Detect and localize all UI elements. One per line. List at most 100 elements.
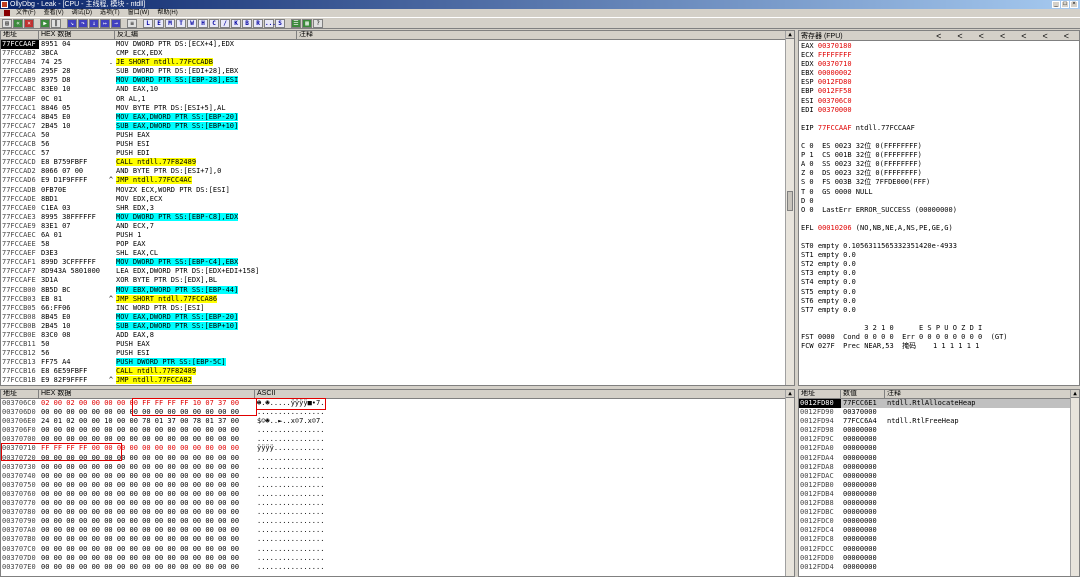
options-icon[interactable]: ▦ bbox=[302, 18, 312, 28]
fpu-status-line[interactable]: FST 0000 Cond 0 0 0 0 Err 0 0 0 0 0 0 0 … bbox=[799, 333, 1079, 342]
disasm-row[interactable]: 77FCCAD2 8066 07 00 AND BYTE PTR DS:[ESI+7… bbox=[1, 167, 794, 176]
stack-row[interactable]: 0012FDB8 00000000 bbox=[799, 499, 1079, 508]
disasm-row[interactable]: 77FCCAAF 8951 04 MOV DWORD PTR DS:[ECX+4],… bbox=[1, 40, 794, 50]
register-line[interactable]: EDX 00370710 bbox=[799, 60, 1079, 69]
dump-row[interactable]: 00370700 00 00 00 00 00 00 00 00 00 00 00… bbox=[1, 435, 794, 444]
toolbar-modules-button[interactable]: E bbox=[154, 18, 164, 28]
stack-row[interactable]: 0012FDC0 00000000 bbox=[799, 517, 1079, 526]
maximize-icon[interactable]: □ bbox=[1061, 1, 1069, 8]
dump-col-hex[interactable]: HEX 数据 bbox=[39, 390, 255, 398]
disasm-row[interactable]: 77FCCAFE 3D1A XOR BYTE PTR DS:[EDX],BL bbox=[1, 276, 794, 285]
disasm-row[interactable]: 77FCCAF1 899D 3CFFFFFF MOV DWORD PTR SS:[E… bbox=[1, 258, 794, 267]
register-value[interactable]: 0012FF58 bbox=[818, 87, 852, 95]
nav-arrow-icon[interactable]: < bbox=[1021, 31, 1026, 41]
fpu-line[interactable]: ST1 empty 0.0 bbox=[799, 251, 1079, 260]
col-hex[interactable]: HEX 数据 bbox=[39, 31, 115, 39]
register-line[interactable]: EAX 00370180 bbox=[799, 42, 1079, 51]
nav-arrow-icon[interactable]: < bbox=[1064, 31, 1069, 41]
stack-row[interactable]: 0012FDBC 00000000 bbox=[799, 508, 1079, 517]
open-icon[interactable]: ▤ bbox=[2, 18, 12, 28]
menu-view[interactable]: 查看(V) bbox=[40, 9, 68, 17]
disasm-row[interactable]: 77FCCAE3 8995 38FFFFFF MOV DWORD PTR SS:[E… bbox=[1, 212, 794, 222]
register-value[interactable]: 00370710 bbox=[818, 60, 852, 68]
disasm-row[interactable]: 77FCCAB9 8975 D8 MOV DWORD PTR SS:[EBP-28]… bbox=[1, 76, 794, 85]
dump-row[interactable]: 003707B0 00 00 00 00 00 00 00 00 00 00 00… bbox=[1, 535, 794, 544]
register-line[interactable]: EBX 00000002 bbox=[799, 69, 1079, 78]
fpu-status-line[interactable]: FCW 027F Prec NEAR,53 掩码 1 1 1 1 1 1 bbox=[799, 342, 1079, 351]
disassembly-scrollbar[interactable]: ▲ bbox=[785, 31, 794, 385]
disassembly-panel[interactable]: 地址 HEX 数据 反汇编 注释 77FCCAAF 8951 04 MOV DWOR… bbox=[0, 30, 795, 386]
eip-value[interactable]: 77FCCAAF bbox=[818, 124, 852, 132]
disasm-row[interactable]: 77FCCAB2 3BCA CMP ECX,EDX bbox=[1, 49, 794, 58]
disasm-row[interactable]: 77FCCB00 8B5D BC MOV EBX,DWORD PTR SS:[EBP… bbox=[1, 285, 794, 295]
close-debug-icon[interactable]: × bbox=[24, 18, 34, 28]
dump-row[interactable]: 003707C0 00 00 00 00 00 00 00 00 00 00 00… bbox=[1, 545, 794, 554]
register-line[interactable]: ESP 0012FD80 bbox=[799, 78, 1079, 87]
dump-row[interactable]: 00370770 00 00 00 00 00 00 00 00 00 00 00… bbox=[1, 499, 794, 508]
flag-line[interactable]: C 0 ES 0023 32位 0(FFFFFFFF) bbox=[799, 142, 1079, 151]
nav-arrow-icon[interactable]: < bbox=[1000, 31, 1005, 41]
register-value[interactable]: FFFFFFFF bbox=[818, 51, 852, 59]
dump-row[interactable]: 003707A0 00 00 00 00 00 00 00 00 00 00 00… bbox=[1, 526, 794, 535]
toolbar-breakpoints-button[interactable]: B bbox=[242, 18, 252, 28]
stack-row[interactable]: 0012FDAC 00000000 bbox=[799, 472, 1079, 481]
disasm-row[interactable]: 77FCCB1B E9 82F9FFFF ^ JMP ntdll.77FCCA82 bbox=[1, 376, 794, 385]
register-value[interactable]: 003706C0 bbox=[818, 97, 852, 105]
stack-row[interactable]: 0012FD80 77FCC6E1 ntdll.RtlAllocateHeap bbox=[799, 399, 1079, 409]
rewind-icon[interactable]: « bbox=[13, 18, 23, 28]
col-comment[interactable]: 注释 bbox=[297, 31, 794, 39]
disasm-row[interactable]: 77FCCB08 8B45 E0 MOV EAX,DWORD PTR SS:[EBP… bbox=[1, 312, 794, 322]
flag-line[interactable]: O 0 LastErr ERROR_SUCCESS (00000000) bbox=[799, 206, 1079, 215]
fpu-line[interactable]: ST2 empty 0.0 bbox=[799, 260, 1079, 269]
step-into-icon[interactable]: ↘ bbox=[67, 18, 77, 28]
toolbar-cpu-button[interactable]: C bbox=[209, 18, 219, 28]
col-disassembly[interactable]: 反汇编 bbox=[115, 31, 297, 39]
stack-col-value[interactable]: 数值 bbox=[841, 390, 885, 398]
disasm-row[interactable]: 77FCCACD E8 B759FBFF CALL ntdll.77F82489 bbox=[1, 158, 794, 167]
dump-row[interactable]: 00370760 00 00 00 00 00 00 00 00 00 00 00… bbox=[1, 490, 794, 499]
menu-window[interactable]: 窗口(W) bbox=[124, 9, 154, 17]
stack-row[interactable]: 0012FDA0 00000000 bbox=[799, 444, 1079, 453]
dump-panel[interactable]: 地址 HEX 数据 ASCII 003706C0 02 00 02 00 00 0… bbox=[0, 389, 795, 577]
fpu-line[interactable]: ST5 empty 0.0 bbox=[799, 288, 1079, 297]
trace-over-icon[interactable]: ↦ bbox=[100, 18, 110, 28]
dump-row[interactable]: 00370740 00 00 00 00 00 00 00 00 00 00 00… bbox=[1, 472, 794, 481]
efl-line[interactable]: EFL 00010206 (NO,NB,NE,A,NS,PE,GE,G) bbox=[799, 224, 1079, 233]
toolbar-windows-button[interactable]: W bbox=[187, 18, 197, 28]
toolbar-threads-button[interactable]: T bbox=[176, 18, 186, 28]
dump-row[interactable]: 00370710 FF FF FF FF 00 00 00 00 00 00 00… bbox=[1, 444, 794, 453]
disasm-row[interactable]: 77FCCB05 66:FF06 INC WORD PTR DS:[ESI] bbox=[1, 304, 794, 313]
disasm-row[interactable]: 77FCCB11 50 PUSH EAX bbox=[1, 340, 794, 349]
menu-file[interactable]: 文件(F) bbox=[12, 9, 40, 17]
toolbar-references-button[interactable]: R bbox=[253, 18, 263, 28]
register-line[interactable]: ESI 003706C0 bbox=[799, 97, 1079, 106]
disasm-row[interactable]: 77FCCACB 56 PUSH ESI bbox=[1, 140, 794, 149]
nav-arrow-icon[interactable]: < bbox=[1042, 31, 1047, 41]
step-over-icon[interactable]: ↷ bbox=[78, 18, 88, 28]
disasm-row[interactable]: 77FCCACA 50 PUSH EAX bbox=[1, 131, 794, 140]
dump-row[interactable]: 003706E0 24 01 02 00 00 10 00 00 78 01 37… bbox=[1, 417, 794, 426]
stack-col-address[interactable]: 地址 bbox=[799, 390, 841, 398]
fpu-line[interactable]: ST4 empty 0.0 bbox=[799, 278, 1079, 287]
disasm-row[interactable]: 77FCCADB 0FB70E MOVZX ECX,WORD PTR DS:[ESI… bbox=[1, 186, 794, 195]
flag-line[interactable]: P 1 CS 001B 32位 0(FFFFFFFF) bbox=[799, 151, 1079, 160]
disasm-row[interactable]: 77FCCACC 57 PUSH EDI bbox=[1, 149, 794, 158]
menu-help[interactable]: 帮助(H) bbox=[153, 9, 181, 17]
efl-value[interactable]: 00010206 bbox=[818, 224, 852, 232]
dump-row[interactable]: 00370730 00 00 00 00 00 00 00 00 00 00 00… bbox=[1, 463, 794, 472]
toolbar-handles-button[interactable]: H bbox=[198, 18, 208, 28]
dump-scrollbar[interactable]: ▲ bbox=[785, 390, 794, 576]
toolbar-log-button[interactable]: L bbox=[143, 18, 153, 28]
dump-row[interactable]: 003707D0 00 00 00 00 00 00 00 00 00 00 00… bbox=[1, 554, 794, 563]
register-value[interactable]: 00370000 bbox=[818, 106, 852, 114]
disasm-row[interactable]: 77FCCAC4 8B45 E0 MOV EAX,DWORD PTR SS:[EBP… bbox=[1, 112, 794, 122]
register-value[interactable]: 00370180 bbox=[818, 42, 852, 50]
minimize-icon[interactable]: _ bbox=[1052, 1, 1060, 8]
register-line[interactable]: ECX FFFFFFFF bbox=[799, 51, 1079, 60]
flag-line[interactable]: T 0 GS 0000 NULL bbox=[799, 188, 1079, 197]
dump-row[interactable]: 003707E0 00 00 00 00 00 00 00 00 00 00 00… bbox=[1, 563, 794, 572]
fpu-line[interactable]: ST0 empty 0.1056311565332351420e-4933 bbox=[799, 242, 1079, 251]
toolbar-memory-button[interactable]: M bbox=[165, 18, 175, 28]
fpu-line[interactable]: ST3 empty 0.0 bbox=[799, 269, 1079, 278]
stack-row[interactable]: 0012FD9C 00000000 bbox=[799, 435, 1079, 444]
